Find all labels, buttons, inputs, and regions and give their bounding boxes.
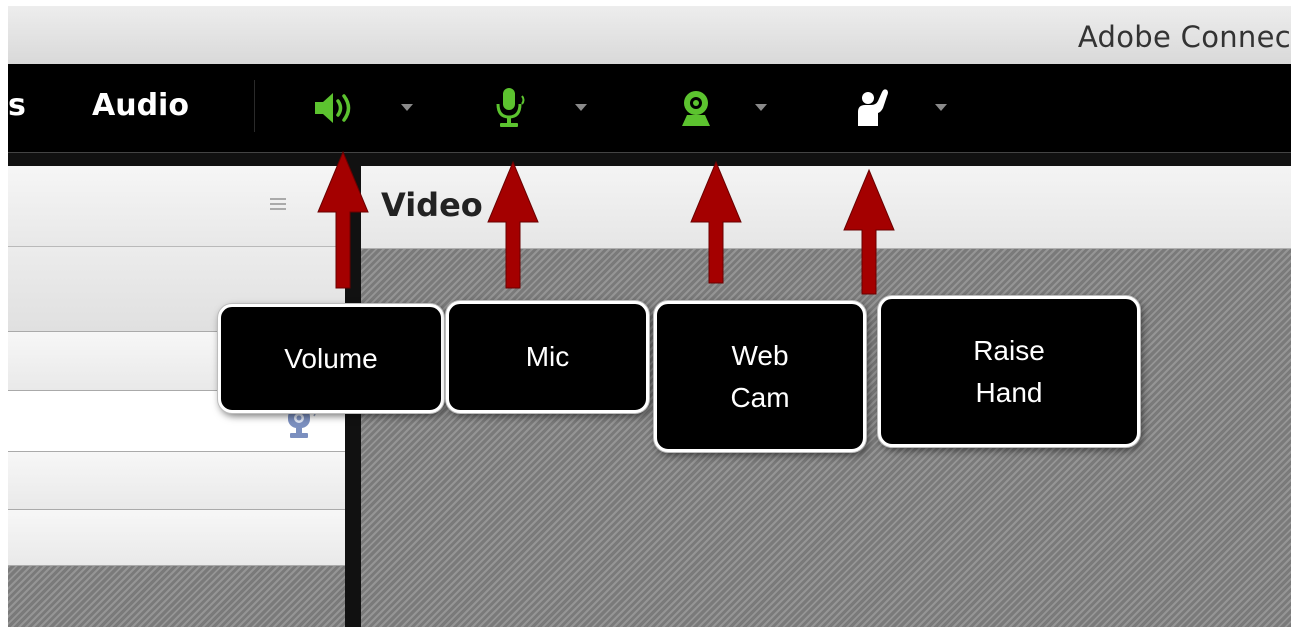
- callout-raise-hand: Raise Hand: [878, 296, 1140, 447]
- video-pod-title: Video: [381, 186, 483, 224]
- callout-volume-text: Volume: [284, 342, 378, 374]
- list-item[interactable]: [8, 452, 345, 510]
- pod-menu-icon[interactable]: [270, 198, 286, 212]
- attendee-pod-empty-area: [8, 566, 345, 627]
- callout-volume: Volume: [218, 304, 444, 413]
- menu-item-audio[interactable]: Audio: [92, 88, 189, 123]
- webcam-icon[interactable]: [676, 88, 716, 128]
- arrow-volume: [317, 150, 369, 289]
- arrow-mic: [487, 160, 539, 289]
- callout-webcam-text: Web Cam: [730, 339, 790, 413]
- webcam-dropdown-caret[interactable]: [755, 104, 767, 111]
- window-title: Adobe Connec: [1077, 20, 1291, 54]
- callout-raise-hand-text: Raise Hand: [973, 334, 1045, 408]
- speaker-icon[interactable]: [313, 90, 361, 126]
- arrow-webcam: [690, 160, 742, 284]
- callout-mic: Mic: [446, 301, 649, 413]
- menu-bar: s Audio: [8, 64, 1291, 152]
- mic-dropdown-caret[interactable]: [575, 104, 587, 111]
- window-titlebar: Adobe Connec: [8, 6, 1291, 65]
- menu-separator: [254, 80, 255, 132]
- attendee-pod-header: [8, 166, 345, 247]
- volume-dropdown-caret[interactable]: [401, 104, 413, 111]
- raise-hand-dropdown-caret[interactable]: [935, 104, 947, 111]
- toolbar-shadow: [8, 152, 1291, 167]
- callout-mic-text: Mic: [525, 341, 570, 372]
- raise-hand-icon[interactable]: [854, 86, 894, 130]
- menu-item-partial[interactable]: s: [8, 88, 26, 123]
- microphone-icon[interactable]: [495, 86, 531, 130]
- callout-webcam: Web Cam: [654, 301, 866, 452]
- arrow-raise-hand: [843, 168, 895, 295]
- list-item[interactable]: [8, 510, 345, 566]
